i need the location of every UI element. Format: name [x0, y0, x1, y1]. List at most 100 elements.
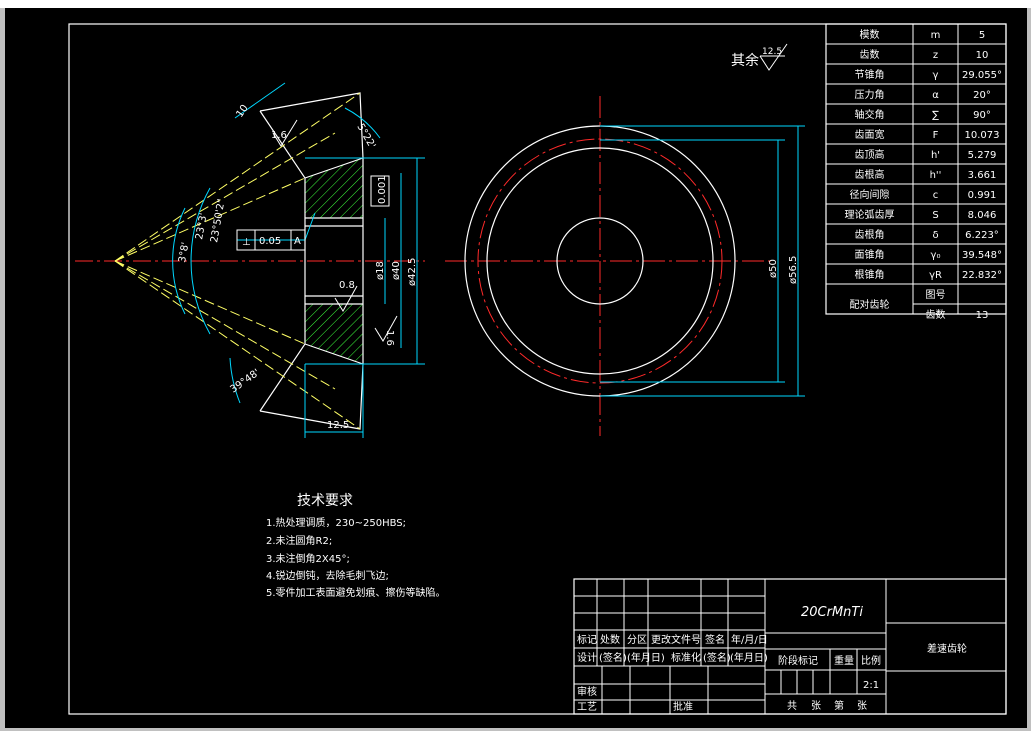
tb-change-doc: 更改文件号 [651, 633, 701, 646]
param-value: 8.046 [968, 210, 997, 221]
mating-symbol: 图号 [926, 289, 946, 301]
param-name: 模数 [860, 28, 880, 41]
param-symbol: S [932, 210, 938, 221]
dim-angle-root: 23°50'2" [209, 198, 228, 243]
param-name: 齿顶高 [855, 148, 885, 161]
dim-dia-50: ø50 [768, 259, 779, 278]
param-symbol: h' [931, 150, 940, 161]
title-block-text: 标记 处数 分区 更改文件号 签名 年/月/日 设计 (签名) (年月日) 标准… [577, 605, 967, 713]
param-value: 3.661 [968, 170, 997, 181]
tb-process: 工艺 [577, 701, 597, 713]
param-value: 22.832° [962, 270, 1002, 281]
param-name: 齿根角 [855, 228, 885, 241]
tb-sheet-unit2: 张 [857, 700, 867, 712]
param-symbol: F [933, 130, 939, 141]
tb-design-date: (年月日) [627, 651, 665, 664]
tb-sheet-num: 第 [834, 699, 844, 712]
tech-req-item-3: 3.未注倒角2X45°; [266, 552, 350, 565]
dim-rough-right: 1.6 [384, 330, 395, 346]
dim-angle-small: 3°8' [177, 241, 191, 263]
mating-symbol: 齿数 [926, 308, 946, 321]
front-view: ø50 ø56.5 [445, 96, 805, 436]
cad-window: ⊥ 0.05 A 10 1.6 5°22' 23°50'2" 23°3' 3°8… [0, 0, 1031, 731]
tb-standard: 标准化 [671, 651, 701, 664]
tb-design: 设计 [577, 651, 597, 664]
tb-sign: 签名 [705, 633, 725, 646]
dim-angle-back: 5°22' [354, 122, 377, 151]
param-symbol: c [933, 190, 939, 201]
tech-req-item-1: 1.热处理调质，230~250HBS; [266, 516, 406, 529]
window-title-strip [0, 0, 1031, 8]
drawing-canvas: ⊥ 0.05 A 10 1.6 5°22' 23°50'2" 23°3' 3°8… [68, 23, 1007, 715]
dim-dia-40: ø40 [391, 261, 402, 280]
tb-count: 处数 [600, 633, 620, 646]
param-value: 20° [973, 90, 991, 101]
perp-symbol: ⊥ [242, 237, 251, 248]
param-name: 齿面宽 [855, 128, 885, 141]
tb-sheet-total: 共 [787, 700, 797, 712]
param-name: 节锥角 [855, 69, 885, 81]
param-value: 0.991 [968, 190, 997, 201]
dim-angle-pitch: 23°3' [194, 212, 209, 240]
side-section-view: ⊥ 0.05 A 10 1.6 5°22' 23°50'2" 23°3' 3°8… [75, 82, 425, 438]
param-symbol: α [932, 90, 939, 101]
drawing-viewport[interactable]: ⊥ 0.05 A 10 1.6 5°22' 23°50'2" 23°3' 3°8… [5, 8, 1027, 728]
dim-dia-56-5: ø56.5 [788, 256, 799, 284]
tb-scale: 比例 [861, 654, 881, 667]
param-value: 10 [976, 50, 989, 61]
tech-requirements: 技术要求 1.热处理调质，230~250HBS; 2.未注圆角R2; 3.未注倒… [266, 493, 446, 599]
param-value: 5 [979, 30, 985, 41]
tb-review: 审核 [577, 685, 597, 698]
param-value: 39.548° [962, 250, 1002, 261]
tb-weight: 重量 [834, 654, 854, 667]
param-name: 理论弧齿厚 [845, 208, 895, 221]
tb-std-sign: (签名) [703, 651, 731, 664]
section-hatch-upper [304, 157, 364, 219]
param-symbol: δ [932, 230, 938, 241]
param-symbol: ∑ [932, 110, 939, 121]
perpendicularity-frame: ⊥ 0.05 A [236, 229, 306, 251]
dim-rough-left: 1.6 [271, 130, 287, 141]
tech-req-item-5: 5.零件加工表面避免划痕、擦伤等缺陷。 [266, 586, 446, 599]
param-symbol: γR [929, 270, 942, 281]
param-value: 90° [973, 110, 991, 121]
tb-sheet-unit1: 张 [811, 700, 821, 712]
tb-approve: 批准 [673, 700, 693, 713]
tb-std-date: (年月日) [730, 651, 768, 664]
param-name: 齿根高 [855, 168, 885, 181]
tech-req-title: 技术要求 [297, 493, 353, 509]
param-name: 径向间隙 [850, 188, 890, 201]
param-name: 根锥角 [855, 268, 885, 281]
mating-gear-label: 配对齿轮 [850, 298, 890, 311]
perp-datum: A [294, 236, 301, 247]
param-value: 29.055° [962, 70, 1002, 81]
dim-bore: ø18 [375, 261, 386, 280]
section-hatch-lower [304, 303, 364, 365]
tech-req-item-2: 2.未注圆角R2; [266, 534, 332, 547]
param-symbol: m [931, 30, 941, 41]
param-name: 齿数 [860, 48, 880, 61]
tb-part-name: 差速齿轮 [927, 642, 967, 655]
param-name: 压力角 [855, 88, 885, 101]
param-value: 5.279 [968, 150, 997, 161]
tb-scale-value: 2:1 [863, 680, 879, 691]
perp-value: 0.05 [259, 236, 281, 247]
tb-stage: 阶段标记 [778, 654, 818, 667]
param-name: 轴交角 [855, 108, 885, 121]
param-symbol: h'' [930, 170, 942, 181]
dim-rough-mid: 0.8 [339, 280, 355, 291]
surface-note: 其余 12.5 [731, 43, 788, 71]
param-value: 10.073 [965, 130, 1000, 141]
param-symbol: z [933, 50, 938, 61]
gear-params-table: 模数 m 5 齿数 z 10 节锥角 γ 29.055° 压力角 α 20° 轴交角 ∑ 90° 齿面宽 F 10… [825, 23, 1007, 321]
dim-dia-42-5: ø42.5 [407, 258, 418, 286]
mating-value: 13 [976, 310, 989, 321]
tb-date: 年/月/日 [731, 633, 768, 646]
dim-width-12-5: 12.5 [327, 420, 349, 431]
param-symbol: γ₀ [931, 250, 941, 261]
param-name: 面锥角 [855, 249, 885, 261]
surface-note-label: 其余 [731, 52, 759, 69]
dim-flatness: 0.001 [377, 175, 388, 204]
tb-mark: 标记 [577, 634, 597, 646]
param-symbol: γ [933, 70, 939, 81]
